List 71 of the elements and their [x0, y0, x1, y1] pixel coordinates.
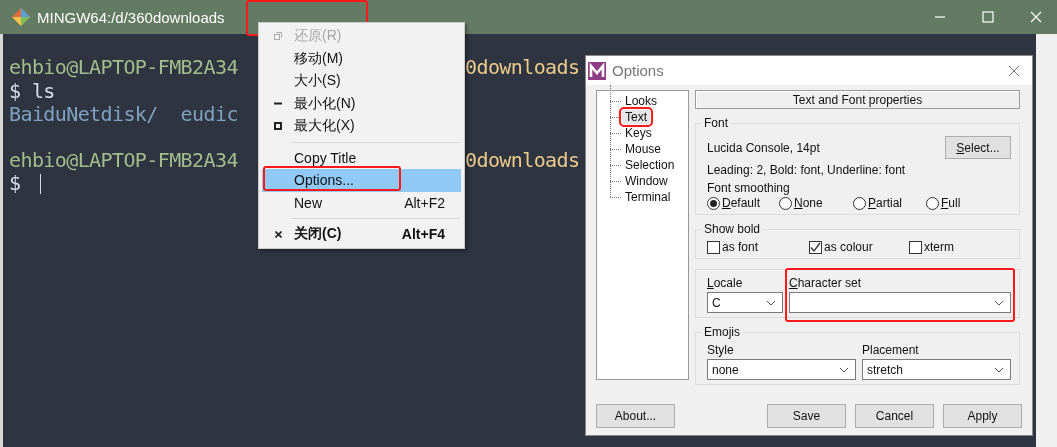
checkbox[interactable] — [707, 240, 720, 254]
menu-item[interactable]: 最大化(X) — [262, 115, 461, 138]
terminal-text: 0downloads — [465, 55, 580, 79]
terminal-text: 0downloads — [465, 147, 580, 172]
chevron-icon — [994, 366, 1004, 373]
tree-item[interactable]: Selection — [622, 158, 678, 172]
dialog-button[interactable]: Save — [767, 404, 846, 428]
terminal-text: $ ls — [9, 79, 55, 103]
menu-item[interactable]: Copy Title — [262, 146, 461, 169]
radio-option[interactable]: Full — [926, 196, 961, 210]
radio-option[interactable]: None — [779, 196, 853, 210]
tree-item[interactable]: Window — [622, 174, 671, 188]
maximize-icon[interactable] — [982, 11, 994, 23]
style-dropdown[interactable]: none — [707, 359, 856, 380]
close-icon[interactable] — [1008, 64, 1020, 77]
checkbox-option[interactable]: as colour — [809, 240, 909, 254]
group-label: Emojis — [702, 325, 742, 339]
dialog-button[interactable]: Apply — [943, 404, 1022, 428]
select-button[interactable]: Select... — [945, 136, 1011, 159]
checkbox-option[interactable]: as font — [707, 240, 809, 254]
diamond-icon — [12, 8, 30, 26]
radio-button[interactable] — [779, 196, 792, 210]
tree-item[interactable]: Keys — [622, 126, 655, 140]
menu-item[interactable]: New Alt+F2 — [262, 191, 461, 214]
terminal-text: $ — [9, 172, 22, 196]
menu-item[interactable]: Options... — [262, 169, 461, 192]
radio-option[interactable]: Default — [707, 196, 779, 210]
font-details: Leading: 2, Bold: font, Underline: font — [707, 163, 907, 177]
section-header: Text and Font properties — [695, 90, 1020, 109]
terminal-text: ehbio@LAPTOP-FMB2A34 — [9, 56, 238, 80]
field-label: Locale — [707, 276, 744, 290]
group-label: Show bold — [702, 222, 763, 236]
restore-icon — [274, 32, 282, 41]
tree-item[interactable]: Terminal — [622, 190, 674, 204]
chevron-icon — [994, 299, 1004, 306]
chevron-icon — [766, 299, 776, 306]
dialog-button[interactable]: Cancel — [855, 404, 934, 428]
menu-item[interactable]: 移动(M) — [262, 47, 461, 70]
locale-dropdown[interactable]: C — [707, 292, 783, 313]
menu-item[interactable]: 大小(S) — [262, 70, 461, 93]
terminal-text: ehbio@LAPTOP-FMB2A34 — [9, 148, 238, 172]
checkbox[interactable] — [909, 240, 922, 254]
menu-item[interactable]: 关闭(C) Alt+F4 — [262, 223, 461, 246]
charset-dropdown[interactable] — [789, 292, 1011, 313]
field-label: Style — [707, 343, 735, 357]
radio-button[interactable] — [926, 196, 939, 210]
radio-button[interactable] — [853, 196, 866, 210]
terminal-text: BaiduNetdisk/ eudic — [9, 103, 238, 127]
radio-option[interactable]: Partial — [853, 196, 926, 210]
radio-button[interactable] — [707, 196, 720, 210]
shortcut-text: Alt+F2 — [404, 194, 445, 211]
placement-dropdown[interactable]: stretch — [862, 359, 1011, 380]
close-icon — [274, 230, 282, 238]
field-label: Font smoothing — [707, 181, 791, 195]
tree-item[interactable]: Looks — [622, 94, 661, 108]
field-label: Placement — [862, 343, 920, 357]
field-label: Character set — [789, 276, 863, 290]
checkbox[interactable] — [809, 240, 822, 254]
checkbox-option[interactable]: xterm — [909, 240, 1011, 254]
font-name: Lucida Console, 14pt — [707, 140, 820, 155]
shortcut-text: Alt+F4 — [401, 226, 445, 243]
minimize-icon — [274, 102, 282, 106]
about-button[interactable]: About... — [596, 404, 675, 428]
chevron-icon — [839, 366, 849, 373]
tree-item[interactable]: Mouse — [622, 142, 665, 156]
dialog-title: Options — [612, 62, 664, 79]
tree-item[interactable]: Text — [622, 110, 650, 124]
menu-item[interactable]: 最小化(N) — [262, 92, 461, 115]
group-label: Font — [702, 116, 730, 130]
window-title: MINGW64:/d/360downloads — [37, 8, 225, 26]
maximize-icon — [274, 122, 282, 131]
